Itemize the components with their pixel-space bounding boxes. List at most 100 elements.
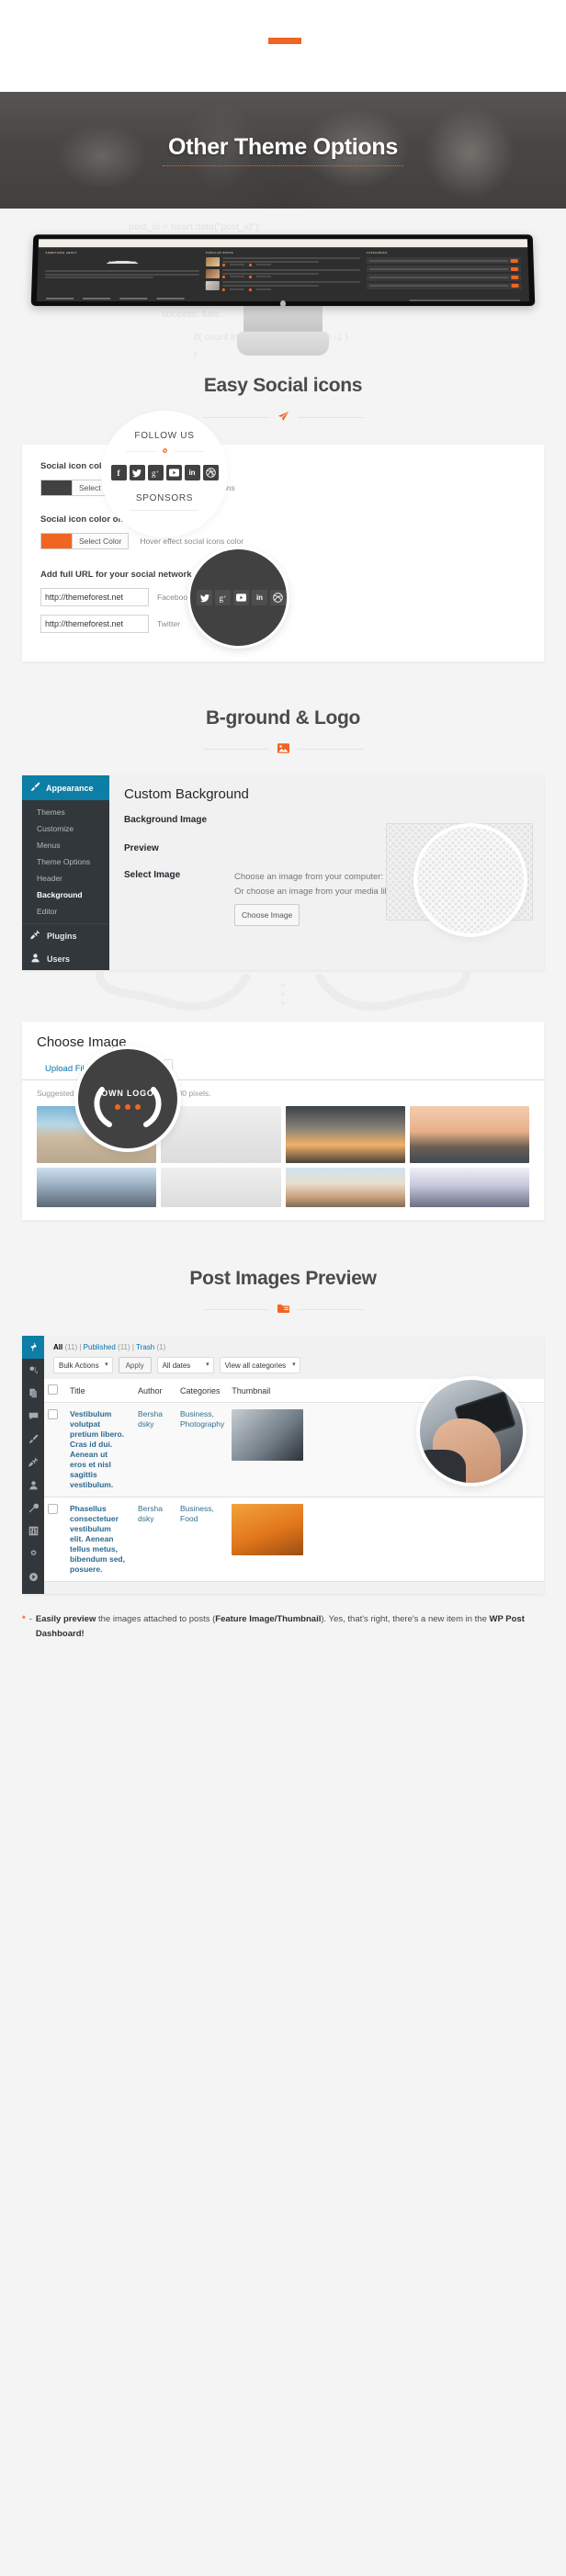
monitor-stand-base <box>237 332 329 356</box>
follow-us-icon-row: f g + in <box>110 465 219 480</box>
sidebar-item-background[interactable]: Background <box>22 887 109 903</box>
note-bold-1: Easily preview <box>35 1614 96 1624</box>
post-author-link[interactable]: Bersha dsky <box>138 1409 163 1429</box>
sidebar-item-customize[interactable]: Customize <box>22 820 109 837</box>
social-hover-label: Social icon color on hover <box>40 514 150 525</box>
row-checkbox[interactable] <box>48 1504 58 1514</box>
filter-published-label[interactable]: Published <box>84 1343 116 1351</box>
post-title-link[interactable]: Phasellus consectetuer vestibulum elit. … <box>70 1504 125 1575</box>
paper-plane-icon <box>277 411 289 424</box>
select-all-checkbox[interactable] <box>48 1384 58 1395</box>
sidebar-plugins-label: Plugins <box>47 931 77 941</box>
column-author[interactable]: Author <box>134 1379 176 1403</box>
widget-heading-popular: POPULAR POSTS <box>206 252 234 255</box>
column-categories[interactable]: Categories <box>176 1379 229 1403</box>
linkedin-icon-hover[interactable]: in <box>252 590 267 605</box>
sidebar-icon-pages[interactable] <box>22 1382 44 1405</box>
social-hover-picker-row[interactable]: Select Color Hover effect social icons c… <box>40 533 526 549</box>
youtube-icon-hover[interactable] <box>233 590 249 605</box>
choose-image-title: Choose Image <box>37 1034 127 1050</box>
section-header-posts: Post Images Preview <box>0 1220 566 1316</box>
section-divider-posts <box>0 1304 566 1316</box>
google-plus-icon-hover[interactable]: g + <box>215 590 231 605</box>
column-title[interactable]: Title <box>66 1379 134 1403</box>
media-thumb-blank[interactable] <box>161 1168 281 1207</box>
media-thumb-street-sunset[interactable] <box>285 1106 405 1163</box>
appearance-brush-icon <box>30 782 40 794</box>
sidebar-icon-plugins[interactable] <box>22 1451 44 1474</box>
post-categories-link[interactable]: Business, Photography <box>180 1409 224 1429</box>
section-header-background: B-ground & Logo <box>0 661 566 755</box>
media-thumb-coast-rock[interactable] <box>409 1106 529 1163</box>
sidebar-icon-appearance[interactable] <box>22 1428 44 1451</box>
post-categories-link[interactable]: Business, Food <box>180 1504 214 1523</box>
sidebar-item-plugins[interactable]: Plugins <box>22 924 109 947</box>
dash-marker: - <box>28 1614 32 1624</box>
sidebar-icon-comments[interactable] <box>22 1405 44 1428</box>
post-author-link[interactable]: Bersha dsky <box>138 1504 163 1523</box>
filter-all-count: (11) <box>64 1343 78 1351</box>
orange-accent-dash <box>268 38 301 44</box>
row-checkbox[interactable] <box>48 1409 58 1419</box>
social-hover-color-swatch[interactable] <box>40 533 73 549</box>
choose-image-button[interactable]: Choose Image <box>234 904 300 926</box>
sidebar-item-themes[interactable]: Themes <box>22 804 109 820</box>
media-thumb-own-logo[interactable] <box>161 1106 281 1163</box>
bulk-actions-select[interactable]: Bulk Actions <box>53 1357 113 1373</box>
filter-trash-label[interactable]: Trash <box>136 1343 154 1351</box>
sidebar-item-users[interactable]: Users <box>22 947 109 970</box>
sidebar-item-header[interactable]: Header <box>22 870 109 887</box>
section-title-background: B-ground & Logo <box>205 707 361 729</box>
note-bold-2: Feature Image/Thumbnail <box>215 1614 322 1624</box>
sidebar-item-menus[interactable]: Menus <box>22 837 109 853</box>
filter-published-count: (11) <box>118 1343 130 1351</box>
link-icon <box>161 446 169 457</box>
linkedin-icon[interactable]: in <box>184 465 200 480</box>
facebook-url-input[interactable] <box>40 588 149 606</box>
bull-horns-icon <box>94 1087 162 1127</box>
sidebar-icon-gear[interactable] <box>22 1542 44 1565</box>
sidebar-icon-users[interactable] <box>22 1474 44 1497</box>
dates-filter-select[interactable]: All dates <box>156 1357 214 1373</box>
twitter-icon-hover[interactable] <box>197 590 212 605</box>
imac-mockup: SOMETHING ABOUT POPULAR POSTS CATEGORIES <box>30 234 536 356</box>
own-logo-preview-circle: OWN LOGO <box>78 1049 177 1148</box>
media-thumb-old-town[interactable] <box>285 1168 405 1207</box>
social-url-row-twitter: Twitter <box>40 615 526 633</box>
select-hover-color-button[interactable]: Select Color <box>73 533 130 549</box>
twitter-icon[interactable] <box>129 465 145 480</box>
social-color-swatch[interactable] <box>40 480 73 496</box>
sidebar-icon-collapse[interactable] <box>22 1565 44 1588</box>
hero-banner: Other Theme Options <box>0 92 566 209</box>
posts-toolbar: Bulk Actions Apply All dates View all ca… <box>44 1357 544 1379</box>
post-title-link[interactable]: Vestibulum volutpat pretium libero. Cras… <box>70 1409 125 1490</box>
youtube-icon[interactable] <box>165 465 182 480</box>
widget-heading-about: SOMETHING ABOUT <box>45 252 78 255</box>
sidebar-icon-tools[interactable] <box>22 1497 44 1520</box>
sidebar-icon-settings-sliders[interactable] <box>22 1520 44 1542</box>
twitter-url-input[interactable] <box>40 615 149 633</box>
categories-filter-select[interactable]: View all categories <box>219 1357 300 1373</box>
sidebar-item-appearance[interactable]: Appearance <box>22 775 115 800</box>
media-thumb-skyline[interactable] <box>409 1168 529 1207</box>
apply-button[interactable]: Apply <box>118 1357 152 1373</box>
sidebar-icon-media[interactable] <box>22 1359 44 1382</box>
sponsors-title: SPONSORS <box>135 493 194 503</box>
custom-background-heading: Custom Background <box>124 786 249 802</box>
media-thumb-city-towers[interactable] <box>37 1168 157 1207</box>
facebook-url-label: Facebook <box>157 593 192 602</box>
top-strip <box>0 0 566 92</box>
sidebar-item-theme-options[interactable]: Theme Options <box>22 853 109 870</box>
social-hover-hint: Hover effect social icons color <box>140 537 244 546</box>
filter-all-label[interactable]: All <box>53 1343 62 1351</box>
sidebar-icon-dashboard[interactable] <box>22 1336 44 1359</box>
google-plus-icon[interactable]: g + <box>147 465 164 480</box>
dribbble-icon-hover[interactable] <box>270 590 286 605</box>
wp-admin-sidebar: Appearance Themes Customize Menus Theme … <box>22 775 115 970</box>
section-title-social: Easy Social icons <box>203 375 363 396</box>
select-image-label: Select Image <box>124 870 181 880</box>
dribbble-icon[interactable] <box>202 465 219 480</box>
posts-admin-sidebar <box>22 1336 44 1594</box>
facebook-icon[interactable]: f <box>110 465 127 480</box>
sidebar-item-editor[interactable]: Editor <box>22 903 109 920</box>
